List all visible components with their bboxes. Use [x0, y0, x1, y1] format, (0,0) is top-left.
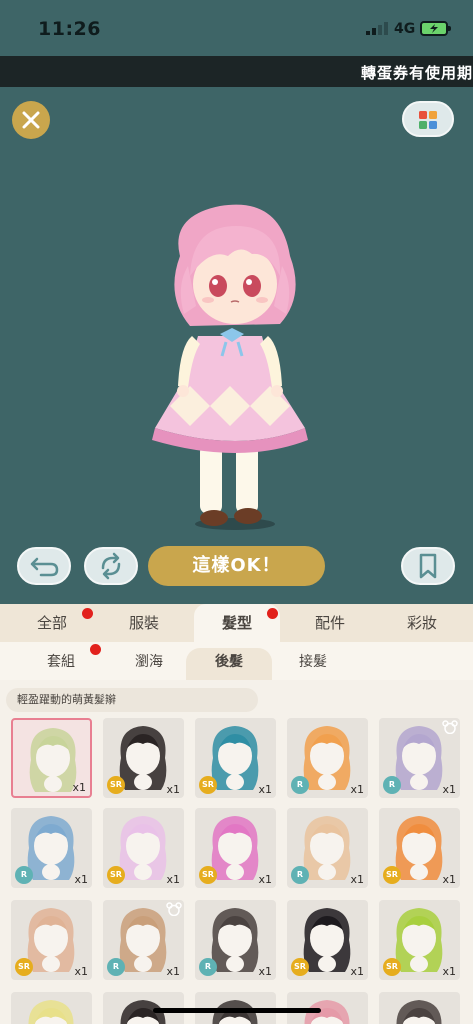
rarity-badge: SR — [291, 958, 309, 976]
item-quantity: x1 — [350, 783, 364, 796]
status-time: 11:26 — [38, 18, 101, 40]
tab-clothing[interactable]: 服裝 — [100, 604, 188, 642]
hair-item-slot[interactable] — [379, 992, 460, 1024]
hair-item-slot[interactable]: SR x1 — [379, 808, 460, 888]
hair-item-slot[interactable]: SR x1 — [195, 808, 276, 888]
close-icon — [22, 111, 40, 129]
announcement-marquee: 轉蛋券有使用期 — [0, 56, 473, 87]
tab-accessories[interactable]: 配件 — [286, 604, 374, 642]
undo-icon — [30, 557, 59, 577]
item-quantity: x1 — [442, 873, 456, 886]
notification-dot — [82, 608, 93, 619]
hair-item-slot[interactable]: Rx1 — [379, 718, 460, 798]
hair-item-slot[interactable]: Rx1 — [287, 808, 368, 888]
hair-item-slot[interactable]: x1 — [11, 718, 92, 798]
subtab-bangs[interactable]: 瀏海 — [104, 648, 194, 676]
item-grid: x1 SR x1 SR x1 Rx1 Rx1 Rx1 SR x1 SR x1 Rx1 SR x1 SR x1 Rx… — [0, 716, 473, 1024]
close-button[interactable] — [12, 101, 50, 139]
rarity-badge: R — [107, 958, 125, 976]
undo-button[interactable] — [17, 547, 71, 585]
rarity-badge: R — [383, 776, 401, 794]
item-description: 輕盈躍動的萌黃髮辮 — [6, 688, 258, 712]
reset-button[interactable] — [84, 547, 138, 585]
item-quantity: x1 — [350, 873, 364, 886]
color-grid-icon — [419, 111, 437, 129]
item-quantity: x1 — [258, 873, 272, 886]
item-quantity: x1 — [166, 783, 180, 796]
bookmark-button[interactable] — [401, 547, 455, 585]
avatar-preview — [152, 204, 308, 530]
hair-item-slot[interactable] — [11, 992, 92, 1024]
item-quantity: x1 — [442, 965, 456, 978]
rarity-badge: SR — [383, 866, 401, 884]
hair-item-slot[interactable]: SR x1 — [103, 718, 184, 798]
subtab-back-hair[interactable]: 後髮 — [186, 648, 272, 680]
hair-item-slot[interactable]: Rx1 — [11, 808, 92, 888]
bear-icon — [442, 720, 458, 734]
hair-item-slot[interactable]: SR x1 — [287, 900, 368, 980]
item-quantity: x1 — [258, 965, 272, 978]
hair-item-slot[interactable]: Rx1 — [287, 718, 368, 798]
notification-dot — [90, 644, 101, 655]
tab-makeup[interactable]: 彩妝 — [378, 604, 466, 642]
hair-item-slot[interactable]: SR x1 — [195, 718, 276, 798]
hair-item-slot[interactable]: SR x1 — [103, 808, 184, 888]
category-tab-bar: 全部 服裝 髮型 配件 彩妝 — [0, 604, 473, 642]
hair-item-slot[interactable]: SR x1 — [11, 900, 92, 980]
item-quantity: x1 — [442, 783, 456, 796]
item-quantity: x1 — [72, 781, 86, 794]
hair-item-slot[interactable]: Rx1 — [195, 900, 276, 980]
rarity-badge: SR — [199, 866, 217, 884]
rarity-badge: R — [291, 866, 309, 884]
battery-icon — [420, 21, 451, 36]
signal-icon — [366, 22, 388, 35]
rarity-badge: SR — [107, 776, 125, 794]
item-quantity: x1 — [74, 873, 88, 886]
subtab-extensions[interactable]: 接髮 — [268, 648, 358, 676]
rarity-badge: SR — [383, 958, 401, 976]
notification-dot — [267, 608, 278, 619]
network-label: 4G — [394, 21, 416, 37]
rarity-badge: R — [199, 958, 217, 976]
rarity-badge: R — [291, 776, 309, 794]
refresh-icon — [101, 552, 121, 580]
bear-icon — [166, 902, 182, 916]
item-quantity: x1 — [258, 783, 272, 796]
rarity-badge: R — [15, 866, 33, 884]
bookmark-icon — [419, 553, 437, 579]
hair-subtab-bar: 套組 瀏海 後髮 接髮 — [0, 642, 473, 680]
hair-preview-icon — [28, 1000, 74, 1024]
item-quantity: x1 — [74, 965, 88, 978]
item-quantity: x1 — [166, 965, 180, 978]
hair-item-slot[interactable]: Rx1 — [103, 900, 184, 980]
status-bar: 11:26 4G — [0, 0, 473, 56]
hair-preview-icon — [396, 1000, 442, 1024]
home-indicator — [153, 1008, 321, 1013]
rarity-badge: SR — [15, 958, 33, 976]
rarity-badge: SR — [199, 776, 217, 794]
rarity-badge: SR — [107, 866, 125, 884]
background-picker-button[interactable] — [402, 101, 454, 137]
item-quantity: x1 — [166, 873, 180, 886]
hair-item-slot[interactable]: SR x1 — [379, 900, 460, 980]
item-quantity: x1 — [350, 965, 364, 978]
confirm-ok-button[interactable]: 這樣OK！ — [148, 546, 325, 586]
